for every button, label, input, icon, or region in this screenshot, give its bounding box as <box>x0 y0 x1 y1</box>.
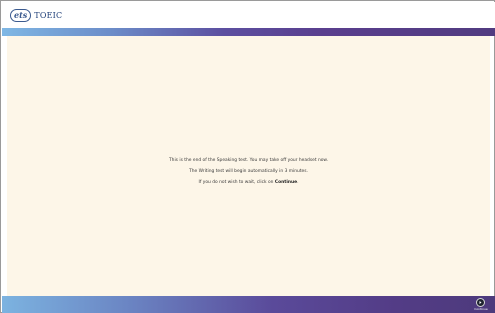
ets-logo-mark: ets <box>10 8 32 22</box>
message-line-3-prefix: If you do not wish to wait, click on <box>198 180 275 185</box>
message-line-3-suffix: . <box>297 180 299 185</box>
ets-toeic-logo: ets TOEIC <box>10 8 62 22</box>
continue-button[interactable]: Continue <box>471 296 491 313</box>
message-line-1: This is the end of the Speaking test. Yo… <box>169 158 328 163</box>
transition-message: This is the end of the Speaking test. Yo… <box>7 155 490 188</box>
footer-bar: Continue <box>2 296 495 313</box>
continue-inline-text: Continue <box>274 180 298 185</box>
test-screen: ets TOEIC This is the end of the Speakin… <box>0 0 495 313</box>
message-line-3: If you do not wish to wait, click on Con… <box>7 177 490 188</box>
toeic-logo-text: TOEIC <box>34 10 63 20</box>
message-line-2: The Writing test will begin automaticall… <box>189 169 308 174</box>
continue-button-label: Continue <box>474 307 488 311</box>
header-gradient-band <box>2 28 495 36</box>
header: ets TOEIC <box>2 2 495 28</box>
main-content: This is the end of the Speaking test. Yo… <box>7 36 490 296</box>
arrow-right-circle-icon <box>476 298 485 307</box>
